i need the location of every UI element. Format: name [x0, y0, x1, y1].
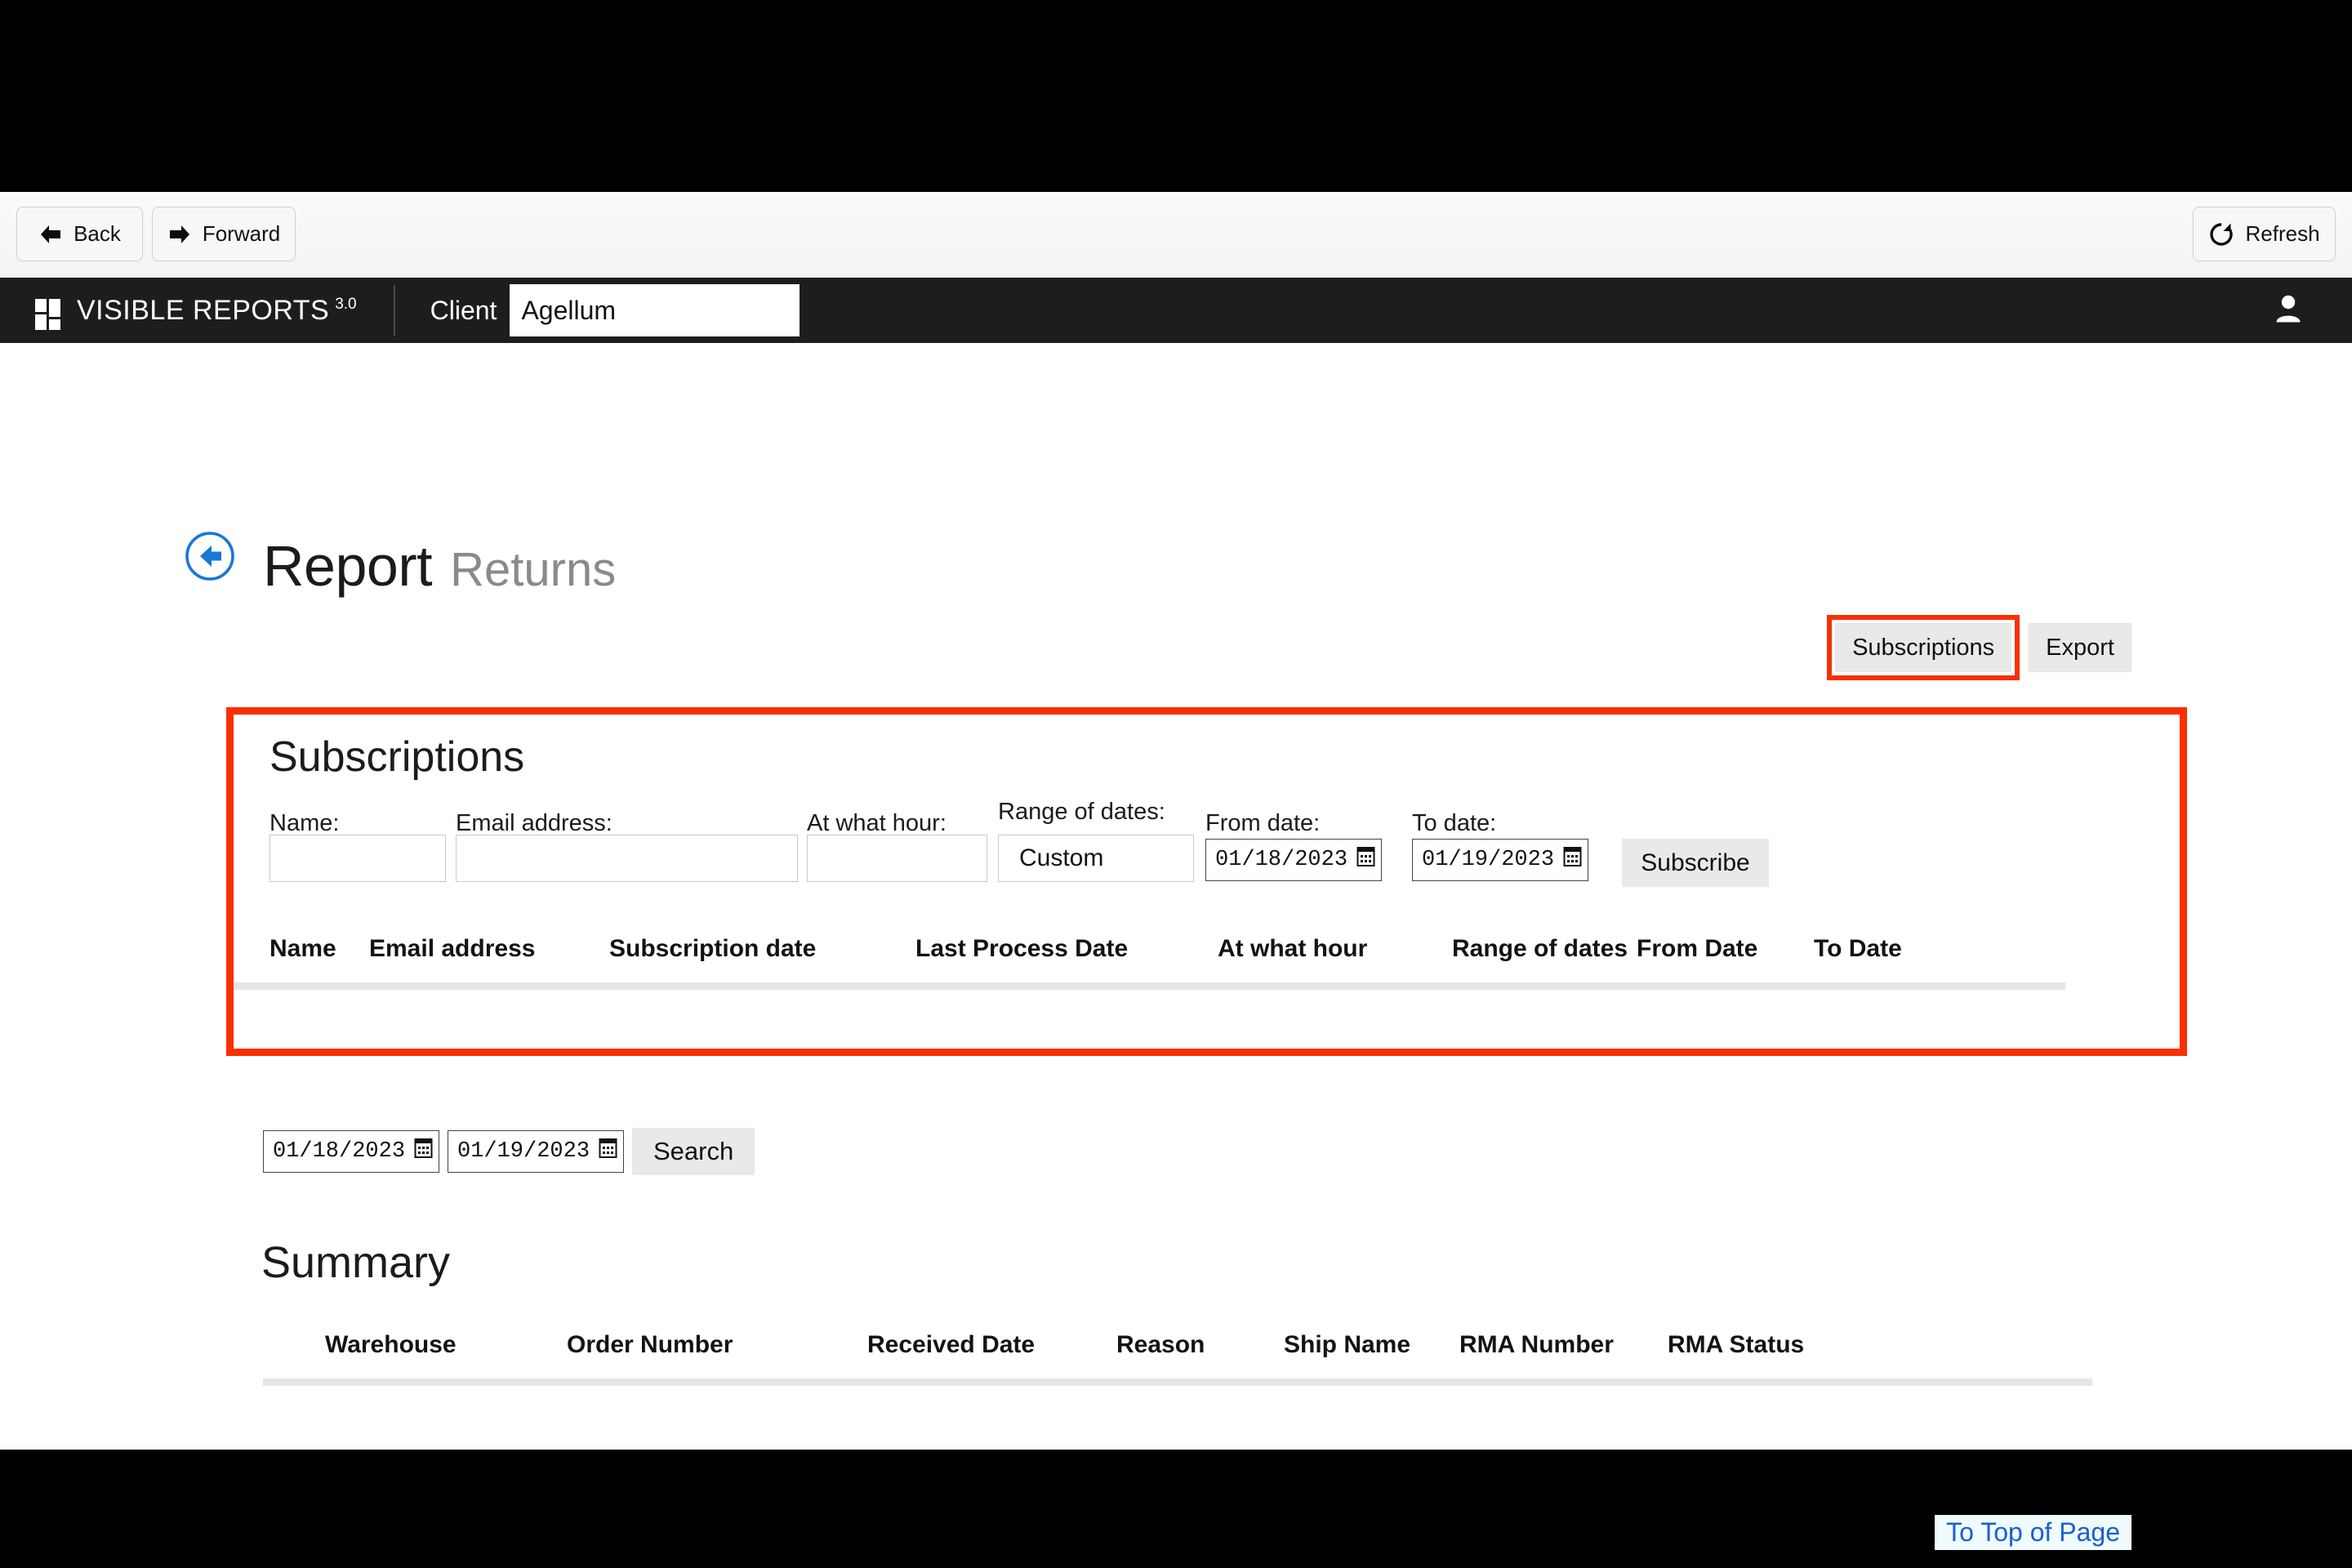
back-circle-arrow-icon[interactable]	[185, 531, 235, 586]
th-name[interactable]: Name	[270, 935, 336, 963]
search-to-date-input[interactable]: 01/19/2023	[448, 1130, 624, 1173]
th-range-of-dates[interactable]: Range of dates	[1452, 935, 1628, 963]
refresh-button-label: Refresh	[2245, 221, 2320, 246]
to-top-of-page-link[interactable]: To Top of Page	[1935, 1515, 2132, 1550]
th-order-number[interactable]: Order Number	[567, 1331, 733, 1359]
forward-button-label: Forward	[202, 221, 281, 246]
export-button[interactable]: Export	[2029, 623, 2132, 672]
subscriptions-heading: Subscriptions	[270, 733, 525, 781]
summary-table-header-row: Warehouse Order Number Received Date Rea…	[263, 1331, 2092, 1379]
client-input[interactable]	[510, 284, 800, 336]
search-button[interactable]: Search	[632, 1128, 755, 1175]
name-input[interactable]	[270, 835, 446, 882]
to-date-value: 01/19/2023	[1422, 848, 1555, 872]
browser-nav-bar: Back Forward Refresh	[0, 192, 2352, 278]
brand-name: VISIBLE REPORTS	[77, 295, 330, 326]
from-date-input[interactable]: 01/18/2023	[1205, 839, 1382, 881]
four-squares-logo-icon	[35, 299, 66, 330]
letterbox-bottom	[0, 1450, 2352, 1568]
page-body: Report Returns Subscriptions Export Subs…	[0, 343, 2352, 1550]
th-email-address[interactable]: Email address	[369, 935, 535, 963]
range-of-dates-value: Custom	[1019, 844, 1104, 871]
page-title: Report	[263, 534, 433, 598]
calendar-icon[interactable]	[1356, 846, 1376, 875]
th-from-date[interactable]: From Date	[1637, 935, 1757, 963]
hour-input[interactable]	[807, 835, 987, 882]
forward-button[interactable]: Forward	[152, 207, 296, 261]
th-rma-number[interactable]: RMA Number	[1459, 1331, 1614, 1359]
back-button[interactable]: Back	[16, 207, 143, 261]
brand: VISIBLE REPORTS 3.0	[35, 294, 357, 330]
summary-heading: Summary	[261, 1238, 451, 1287]
th-warehouse[interactable]: Warehouse	[325, 1331, 457, 1359]
email-label: Email address:	[456, 810, 612, 836]
th-to-date[interactable]: To Date	[1814, 935, 1902, 963]
subscriptions-table-rule	[234, 982, 2065, 990]
subscribe-button[interactable]: Subscribe	[1622, 839, 1769, 887]
search-from-date-input[interactable]: 01/18/2023	[263, 1130, 439, 1173]
summary-table: Warehouse Order Number Received Date Rea…	[263, 1331, 2092, 1386]
search-to-date-value: 01/19/2023	[457, 1139, 590, 1164]
search-row: 01/18/2023 01/19/2023 Search	[263, 1128, 755, 1175]
email-input[interactable]	[456, 835, 798, 882]
name-label: Name:	[270, 810, 340, 836]
to-date-input[interactable]: 01/19/2023	[1412, 839, 1588, 881]
range-of-dates-select[interactable]: Custom	[998, 835, 1194, 882]
subscriptions-button[interactable]: Subscriptions	[1835, 623, 2012, 672]
to-date-label: To date:	[1412, 810, 1497, 836]
calendar-icon[interactable]	[413, 1138, 434, 1166]
refresh-icon	[2208, 221, 2234, 247]
calendar-icon[interactable]	[598, 1138, 618, 1166]
action-buttons: Subscriptions Export	[1827, 615, 2132, 680]
letterbox-top	[0, 0, 2352, 192]
back-button-label: Back	[74, 221, 121, 246]
brand-version: 3.0	[335, 296, 357, 313]
subscriptions-panel: Subscriptions Name: Email address: At wh…	[226, 707, 2187, 1056]
th-reason[interactable]: Reason	[1116, 1331, 1205, 1359]
arrow-right-icon	[167, 224, 192, 245]
range-of-dates-label: Range of dates:	[998, 799, 1165, 825]
app-window: Back Forward Refresh VISIBLE REPORTS 3.0…	[0, 192, 2352, 1550]
refresh-button[interactable]: Refresh	[2193, 207, 2336, 261]
th-rma-status[interactable]: RMA Status	[1668, 1331, 1804, 1359]
user-account-icon[interactable]	[2272, 292, 2305, 329]
client-label: Client	[430, 295, 497, 325]
th-last-process-date[interactable]: Last Process Date	[915, 935, 1128, 963]
hour-label: At what hour:	[807, 810, 947, 836]
page-title-row: Report Returns	[185, 532, 617, 600]
th-received-date[interactable]: Received Date	[867, 1331, 1035, 1359]
arrow-left-icon	[38, 224, 63, 245]
subscriptions-button-highlight: Subscriptions	[1827, 615, 2020, 680]
header-divider	[393, 285, 395, 336]
search-from-date-value: 01/18/2023	[273, 1139, 406, 1164]
th-subscription-date[interactable]: Subscription date	[609, 935, 816, 963]
page-subtitle: Returns	[450, 543, 617, 596]
th-at-what-hour[interactable]: At what hour	[1218, 935, 1367, 963]
calendar-icon[interactable]	[1562, 846, 1583, 875]
subscriptions-table: Name Email address Subscription date Las…	[234, 935, 2180, 990]
summary-table-rule	[263, 1379, 2092, 1386]
subscriptions-table-header-row: Name Email address Subscription date Las…	[234, 935, 2180, 982]
th-ship-name[interactable]: Ship Name	[1284, 1331, 1410, 1359]
from-date-value: 01/18/2023	[1215, 848, 1348, 872]
app-header: VISIBLE REPORTS 3.0 Client	[0, 278, 2352, 343]
from-date-label: From date:	[1205, 810, 1321, 836]
